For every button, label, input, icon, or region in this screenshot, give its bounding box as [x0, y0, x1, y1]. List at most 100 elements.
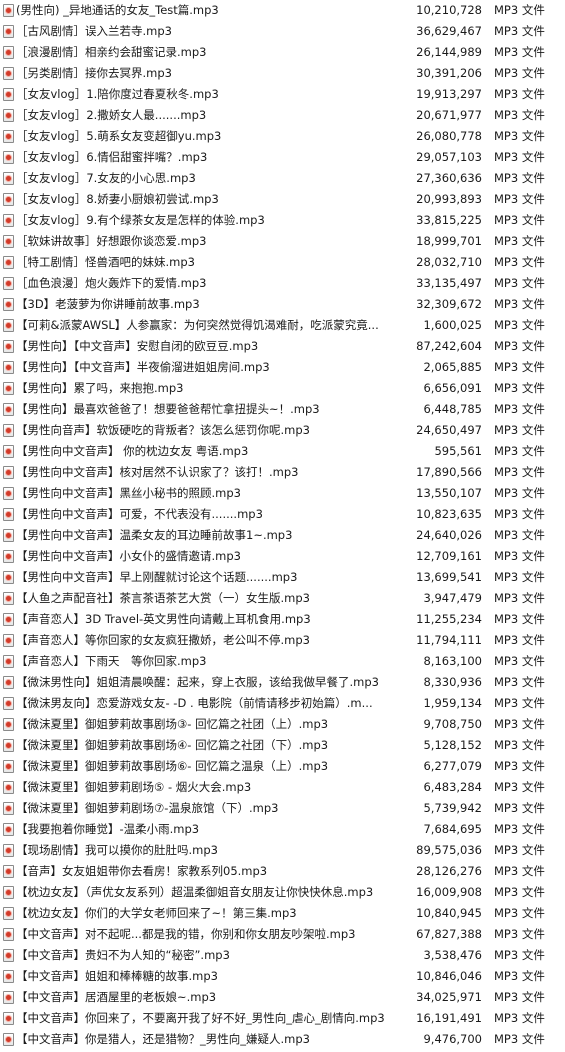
file-row[interactable]: ［女友vlog］7.女友的小心思.mp3 27,360,636 MP3 文件: [0, 168, 565, 189]
file-list: (男性向) _异地通话的女友_Test篇.mp3 10,210,728 MP3 文件…: [0, 0, 565, 1050]
file-row[interactable]: 【我要抱着你睡觉】-温柔小雨.mp3 7,684,695 MP3 文件: [0, 819, 565, 840]
file-row[interactable]: (男性向) _异地通话的女友_Test篇.mp3 10,210,728 MP3 文件: [0, 0, 565, 21]
file-row[interactable]: ［女友vlog］5.萌系女友变超御yu.mp3 26,080,778 MP3 文件: [0, 126, 565, 147]
file-type: MP3 文件: [494, 906, 545, 920]
file-name: 【微沫夏里】御姐萝莉故事剧场⑥- 回忆篇之温泉（上）.mp3: [16, 759, 329, 773]
file-size: 8,163,100: [423, 654, 482, 668]
file-size: 87,242,604: [416, 339, 482, 353]
file-row[interactable]: 【男性向中文音声】黑丝小秘书的照顾.mp3 13,550,107 MP3 文件: [0, 483, 565, 504]
mp3-file-icon: [3, 256, 14, 269]
file-name: 【枕边女友】你们的大学女老师回来了~！第三集.mp3: [16, 906, 297, 920]
file-row[interactable]: 【微沫夏里】御姐萝莉故事剧场③- 回忆篇之社团（上）.mp3 9,708,750 M…: [0, 714, 565, 735]
file-size: 595,561: [434, 444, 482, 458]
file-size: 13,550,107: [416, 486, 482, 500]
file-row[interactable]: 【男性向中文音声】早上刚醒就讨论这个话题.......mp3 13,699,541…: [0, 567, 565, 588]
file-name: ［女友vlog］6.情侣甜蜜拌嘴？.mp3: [16, 150, 208, 164]
file-type: MP3 文件: [494, 45, 545, 59]
file-row[interactable]: ［软妹讲故事］好想跟你谈恋爱.mp3 18,999,701 MP3 文件: [0, 231, 565, 252]
mp3-file-icon: [3, 781, 14, 794]
file-row[interactable]: 【男性向中文音声】小女仆的盛情邀请.mp3 12,709,161 MP3 文件: [0, 546, 565, 567]
file-row[interactable]: ［浪漫剧情］相亲约会甜蜜记录.mp3 26,144,989 MP3 文件: [0, 42, 565, 63]
mp3-file-icon: [3, 214, 14, 227]
file-row[interactable]: 【枕边女友】你们的大学女老师回来了~！第三集.mp3 10,840,945 MP3 …: [0, 903, 565, 924]
file-row[interactable]: 【微沫男性向】姐姐清晨唤醒：起来，穿上衣服，该给我做早餐了.mp3 8,330,9…: [0, 672, 565, 693]
file-name: ［软妹讲故事］好想跟你谈恋爱.mp3: [16, 234, 207, 248]
file-row[interactable]: 【声音恋人】3D Travel-英文男性向请戴上耳机食用.mp3 11,255,2…: [0, 609, 565, 630]
mp3-file-icon: [3, 970, 14, 983]
file-type: MP3 文件: [494, 24, 545, 38]
mp3-file-icon: [3, 340, 14, 353]
file-size: 11,794,111: [416, 633, 482, 647]
file-row[interactable]: ［女友vlog］9.有个绿茶女友是怎样的体验.mp3 33,815,225 MP3 …: [0, 210, 565, 231]
file-row[interactable]: ［血色浪漫］炮火轰炸下的爱情.mp3 33,135,497 MP3 文件: [0, 273, 565, 294]
file-row[interactable]: 【微沫夏里】御姐萝莉剧场⑤ - 烟火大会.mp3 6,483,284 MP3 文件: [0, 777, 565, 798]
file-name: 【枕边女友】（声优女友系列）超温柔御姐音女朋友让你快快休息.mp3: [16, 885, 374, 899]
mp3-file-icon: [3, 760, 14, 773]
file-size: 27,360,636: [416, 171, 482, 185]
file-row[interactable]: ［女友vlog］1.陪你度过春夏秋冬.mp3 19,913,297 MP3 文件: [0, 84, 565, 105]
mp3-file-icon: [3, 949, 14, 962]
file-row[interactable]: ［古风剧情］误入兰若寺.mp3 36,629,467 MP3 文件: [0, 21, 565, 42]
file-row[interactable]: 【微沫男友向】恋爱游戏女友- -D . 电影院（前情请移步初始篇）.m... 1,…: [0, 693, 565, 714]
file-name: ［女友vlog］8.娇妻小厨娘初尝试.mp3: [16, 192, 219, 206]
file-row[interactable]: 【男性向】最喜欢爸爸了！想要爸爸帮忙拿扭提头~！.mp3 6,448,785 MP3…: [0, 399, 565, 420]
mp3-file-icon: [3, 592, 14, 605]
file-row[interactable]: 【男性向中文音声】温柔女友的耳边睡前故事1~.mp3 24,640,026 MP3 …: [0, 525, 565, 546]
file-row[interactable]: ［女友vlog］8.娇妻小厨娘初尝试.mp3 20,993,893 MP3 文件: [0, 189, 565, 210]
file-row[interactable]: 【男性向音声】软饭硬吃的背叛者？该怎么惩罚你呢.mp3 24,650,497 MP3…: [0, 420, 565, 441]
file-row[interactable]: 【中文音声】你回来了，不要离开我了好不好_男性向_虐心_剧情向.mp3 16,19…: [0, 1008, 565, 1029]
file-row[interactable]: 【音声】女友姐姐带你去看房！家教系列05.mp3 28,126,276 MP3 文件: [0, 861, 565, 882]
file-row[interactable]: 【枕边女友】（声优女友系列）超温柔御姐音女朋友让你快快休息.mp3 16,009,…: [0, 882, 565, 903]
mp3-file-icon: [3, 886, 14, 899]
file-row[interactable]: 【中文音声】对不起呢...都是我的错，你别和你女朋友吵架啦.mp3 67,827,…: [0, 924, 565, 945]
mp3-file-icon: [3, 361, 14, 374]
mp3-file-icon: [3, 508, 14, 521]
file-size: 5,128,152: [423, 738, 482, 752]
mp3-file-icon: [3, 802, 14, 815]
file-row[interactable]: 【男性向中文音声】核对居然不认识家了？该打！.mp3 17,890,566 MP3 …: [0, 462, 565, 483]
file-row[interactable]: 【男性向】【中文音声】半夜偷溜进姐姐房间.mp3 2,065,885 MP3 文件: [0, 357, 565, 378]
mp3-file-icon: [3, 298, 14, 311]
file-row[interactable]: 【可莉&派蒙AWSL】人参赢家：为何突然觉得饥渴难耐，吃派蒙究竟... 1,600…: [0, 315, 565, 336]
file-name: 【微沫男性向】姐姐清晨唤醒：起来，穿上衣服，该给我做早餐了.mp3: [16, 675, 379, 689]
file-name: 【音声】女友姐姐带你去看房！家教系列05.mp3: [16, 864, 268, 878]
file-type: MP3 文件: [494, 213, 545, 227]
mp3-file-icon: [3, 655, 14, 668]
file-name: 【现场剧情】我可以摸你的肚肚吗.mp3: [16, 843, 218, 857]
file-row[interactable]: 【中文音声】你是猎人，还是猎物？_男性向_嫌疑人.mp3 9,476,700 MP3…: [0, 1029, 565, 1050]
file-row[interactable]: ［女友vlog］6.情侣甜蜜拌嘴？.mp3 29,057,103 MP3 文件: [0, 147, 565, 168]
file-size: 33,815,225: [416, 213, 482, 227]
file-size: 34,025,971: [416, 990, 482, 1004]
file-row[interactable]: 【男性向中文音声】 你的枕边女友 粤语.mp3 595,561 MP3 文件: [0, 441, 565, 462]
file-row[interactable]: 【中文音声】居酒屋里的老板娘~.mp3 34,025,971 MP3 文件: [0, 987, 565, 1008]
file-type: MP3 文件: [494, 402, 545, 416]
file-row[interactable]: ［特工剧情］怪兽酒吧的妹妹.mp3 28,032,710 MP3 文件: [0, 252, 565, 273]
mp3-file-icon: [3, 4, 14, 17]
file-row[interactable]: ［另类剧情］接你去冥界.mp3 30,391,206 MP3 文件: [0, 63, 565, 84]
file-row[interactable]: 【中文音声】贵妇不为人知的“秘密”.mp3 3,538,476 MP3 文件: [0, 945, 565, 966]
file-row[interactable]: 【男性向】【中文音声】安慰自闭的欧豆豆.mp3 87,242,604 MP3 文件: [0, 336, 565, 357]
file-row[interactable]: 【男性向】累了吗，来抱抱.mp3 6,656,091 MP3 文件: [0, 378, 565, 399]
file-size: 6,448,785: [423, 402, 482, 416]
file-row[interactable]: 【微沫夏里】御姐萝莉故事剧场⑥- 回忆篇之温泉（上）.mp3 6,277,079 M…: [0, 756, 565, 777]
file-row[interactable]: 【声音恋人】下雨天 等你回家.mp3 8,163,100 MP3 文件: [0, 651, 565, 672]
file-name: 【声音恋人】下雨天 等你回家.mp3: [16, 654, 207, 668]
file-row[interactable]: 【人鱼之声配音社】茶言茶语茶艺大赏（一）女生版.mp3 3,947,479 MP3 …: [0, 588, 565, 609]
file-type: MP3 文件: [494, 381, 545, 395]
file-row[interactable]: 【3D】老菠萝为你讲睡前故事.mp3 32,309,672 MP3 文件: [0, 294, 565, 315]
file-row[interactable]: 【男性向中文音声】可爱，不代表没有.......mp3 10,823,635 MP3…: [0, 504, 565, 525]
file-name: 【男性向中文音声】核对居然不认识家了？该打！.mp3: [16, 465, 299, 479]
mp3-file-icon: [3, 739, 14, 752]
file-row[interactable]: 【微沫夏里】御姐萝莉故事剧场④- 回忆篇之社团（下）.mp3 5,128,152 M…: [0, 735, 565, 756]
file-row[interactable]: 【微沫夏里】御姐萝莉剧场⑦-温泉旅馆（下）.mp3 5,739,942 MP3 文件: [0, 798, 565, 819]
file-row[interactable]: 【声音恋人】等你回家的女友疯狂撒娇，老公叫不停.mp3 11,794,111 MP3…: [0, 630, 565, 651]
file-type: MP3 文件: [494, 3, 545, 17]
file-size: 17,890,566: [416, 465, 482, 479]
mp3-file-icon: [3, 319, 14, 332]
mp3-file-icon: [3, 928, 14, 941]
file-type: MP3 文件: [494, 276, 545, 290]
file-row[interactable]: 【中文音声】姐姐和棒棒糖的故事.mp3 10,846,046 MP3 文件: [0, 966, 565, 987]
file-row[interactable]: ［女友vlog］2.撒娇女人最.......mp3 20,671,977 MP3 文…: [0, 105, 565, 126]
file-name: 【中文音声】对不起呢...都是我的错，你别和你女朋友吵架啦.mp3: [16, 927, 356, 941]
file-row[interactable]: 【现场剧情】我可以摸你的肚肚吗.mp3 89,575,036 MP3 文件: [0, 840, 565, 861]
